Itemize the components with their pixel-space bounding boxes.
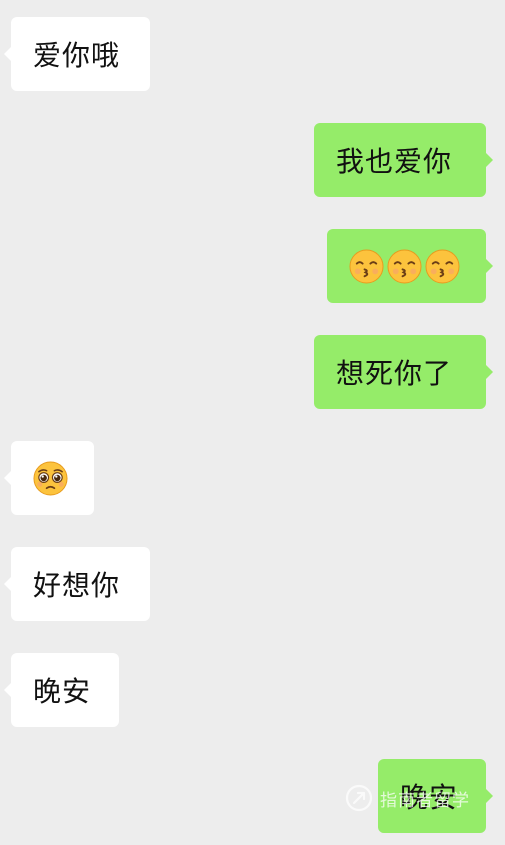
message-text: 晚安 [33,675,92,708]
outgoing-message-bubble[interactable]: 我也爱你 [314,123,493,197]
incoming-message-bubble[interactable]: 晚安 [4,653,119,727]
outgoing-message-bubble[interactable]: 想死你了 [314,335,493,409]
pleading-face-icon [33,460,68,496]
emoji-row [349,248,460,284]
message-text: 好想你 [33,569,121,602]
incoming-message-bubble[interactable]: 爱你哦 [4,17,150,91]
message-text: 晚安 [400,781,459,814]
message-text: 爱你哦 [33,39,121,72]
incoming-emoji-bubble[interactable] [4,441,94,515]
message-text: 我也爱你 [336,145,453,178]
chat-conversation: 爱你哦 我也爱你 想死你了 好想你 晚安 晚安 [0,0,505,845]
kissing-face-icon [387,248,422,284]
kissing-face-icon [425,248,460,284]
message-text: 想死你了 [336,357,453,390]
outgoing-emoji-bubble[interactable] [327,229,493,303]
outgoing-message-bubble[interactable]: 晚安 [378,759,493,833]
kissing-face-icon [349,248,384,284]
incoming-message-bubble[interactable]: 好想你 [4,547,150,621]
